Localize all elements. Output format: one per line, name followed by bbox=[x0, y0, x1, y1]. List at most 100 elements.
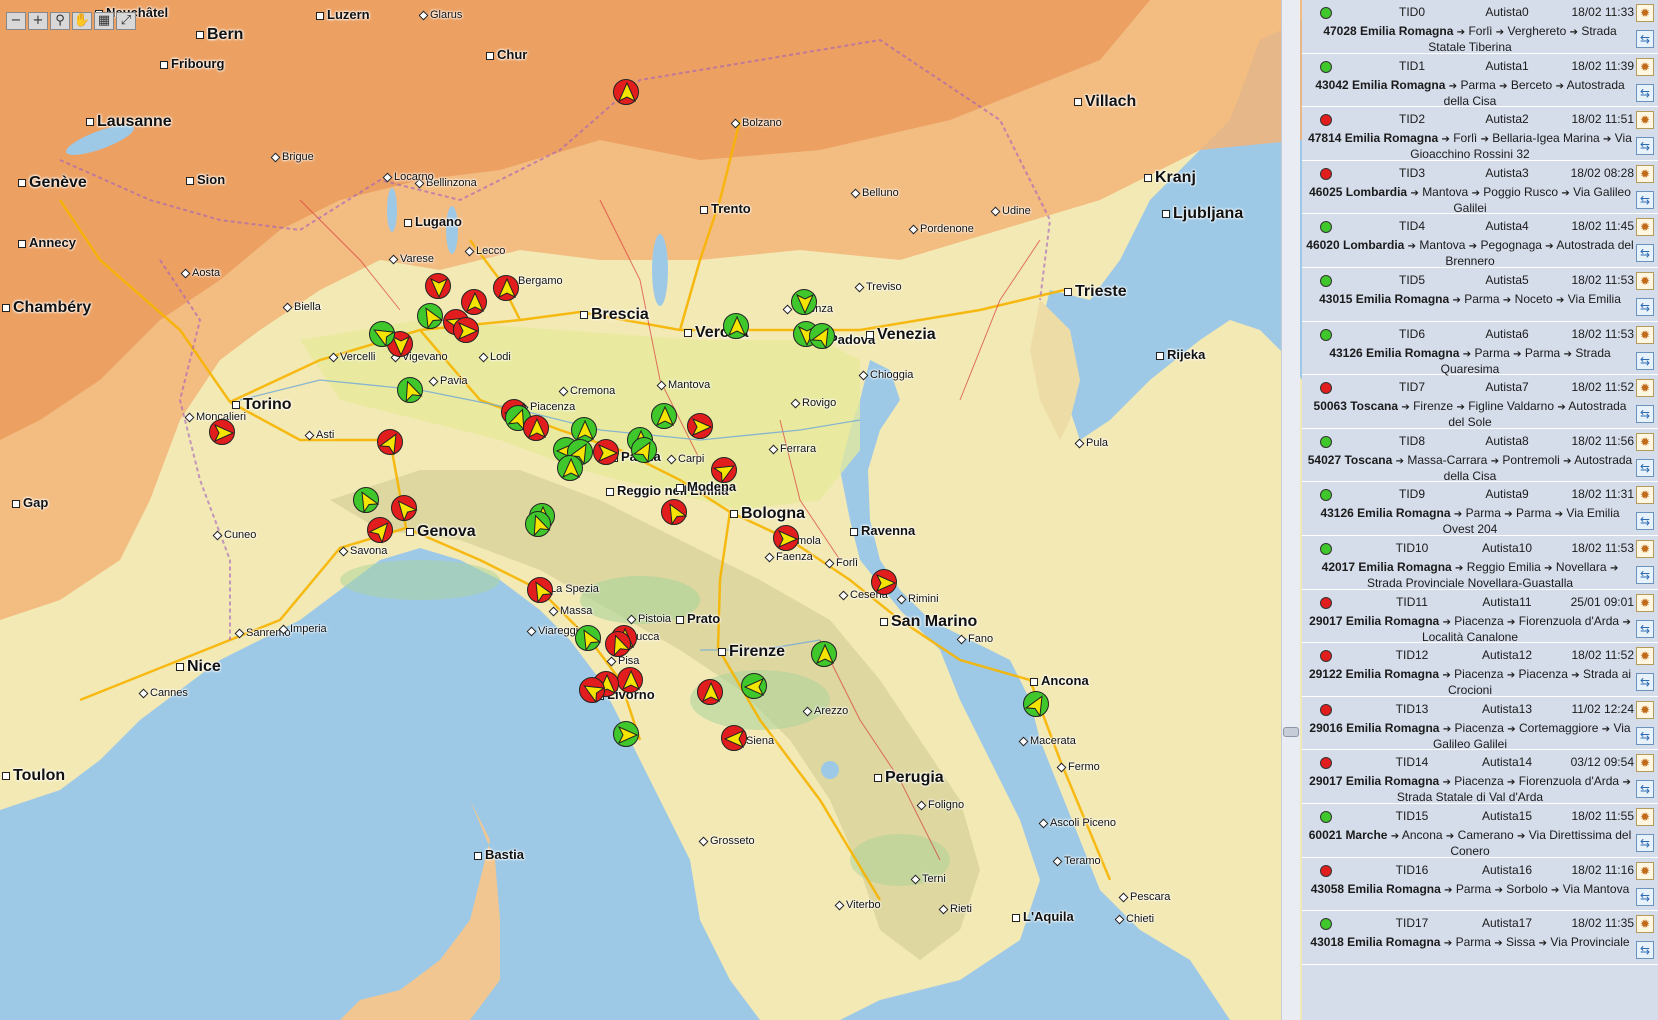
vehicle-route-button[interactable]: ⇆ bbox=[1636, 565, 1654, 584]
vehicle-marker-red[interactable] bbox=[871, 569, 897, 595]
scrollbar-thumb[interactable] bbox=[1283, 727, 1299, 737]
vehicle-details-button[interactable]: ✹ bbox=[1636, 486, 1654, 505]
vehicle-list-item[interactable]: TID2 Autista2 18/02 11:51 47814 Emilia Roma… bbox=[1302, 107, 1658, 161]
vehicle-route-button[interactable]: ⇆ bbox=[1636, 190, 1654, 209]
vehicle-list-item[interactable]: TID0 Autista0 18/02 11:33 47028 Emilia Roma… bbox=[1302, 0, 1658, 54]
vehicle-marker-red[interactable] bbox=[711, 457, 737, 484]
vehicle-marker-green[interactable] bbox=[811, 641, 837, 667]
vehicle-route-button[interactable]: ⇆ bbox=[1636, 244, 1654, 263]
vehicle-marker-green[interactable] bbox=[809, 323, 835, 350]
vehicle-marker-green[interactable] bbox=[417, 303, 444, 330]
vehicle-route-button[interactable]: ⇆ bbox=[1636, 887, 1654, 906]
vehicle-route-button[interactable]: ⇆ bbox=[1636, 941, 1654, 960]
vehicle-marker-green[interactable] bbox=[723, 313, 749, 339]
vehicle-marker-red[interactable] bbox=[453, 317, 479, 343]
vehicle-details-button[interactable]: ✹ bbox=[1636, 432, 1654, 451]
vehicle-marker-red[interactable] bbox=[579, 677, 606, 704]
vehicle-route-button[interactable]: ⇆ bbox=[1636, 512, 1654, 531]
vehicle-marker-red[interactable] bbox=[493, 275, 519, 301]
pan-hand-button[interactable]: ✋ bbox=[72, 12, 92, 30]
vehicle-route-button[interactable]: ⇆ bbox=[1636, 30, 1654, 48]
vehicle-marker-green[interactable] bbox=[397, 377, 423, 403]
vehicle-list-item[interactable]: TID1 Autista1 18/02 11:39 43042 Emilia Roma… bbox=[1302, 54, 1658, 108]
vehicle-route-button[interactable]: ⇆ bbox=[1636, 673, 1654, 692]
layers-button[interactable]: ▦ bbox=[94, 12, 114, 30]
vehicle-marker-red[interactable] bbox=[661, 499, 688, 526]
vehicle-details-button[interactable]: ✹ bbox=[1636, 57, 1654, 76]
vehicle-marker-green[interactable] bbox=[791, 289, 817, 315]
vehicle-details-button[interactable]: ✹ bbox=[1636, 218, 1654, 237]
vehicle-marker-red[interactable] bbox=[697, 679, 723, 705]
vehicle-details-button[interactable]: ✹ bbox=[1636, 861, 1654, 880]
vehicle-list-item[interactable]: TID7 Autista7 18/02 11:52 50063 Toscana ➔ F… bbox=[1302, 375, 1658, 429]
map-view[interactable]: Neuchâtel Bern Luzern Glarus Chur Fribourg Lau… bbox=[0, 0, 1302, 1020]
vehicle-marker-red[interactable] bbox=[425, 273, 451, 299]
vehicle-list-item[interactable]: TID12 Autista12 18/02 11:52 29122 Emilia Ro… bbox=[1302, 643, 1658, 697]
vehicle-list-item[interactable]: TID11 Autista11 25/01 09:01 29017 Emilia Ro… bbox=[1302, 590, 1658, 644]
map-vertical-scrollbar[interactable] bbox=[1281, 0, 1300, 1020]
vehicle-details-button[interactable]: ✹ bbox=[1636, 4, 1654, 22]
vehicle-details-button[interactable]: ✹ bbox=[1636, 754, 1654, 773]
vehicle-marker-green[interactable] bbox=[575, 625, 602, 652]
vehicle-marker-red[interactable] bbox=[209, 419, 235, 445]
vehicle-route-button[interactable]: ⇆ bbox=[1636, 726, 1654, 745]
vehicle-route-button[interactable]: ⇆ bbox=[1636, 619, 1654, 638]
vehicle-list-item[interactable]: TID5 Autista5 18/02 11:53 43015 Emilia Roma… bbox=[1302, 268, 1658, 322]
vehicle-list-item[interactable]: TID4 Autista4 18/02 11:45 46020 Lombardia ➔… bbox=[1302, 214, 1658, 268]
vehicle-marker-green[interactable] bbox=[651, 403, 677, 429]
vehicle-list-item[interactable]: TID13 Autista13 11/02 12:24 29016 Emilia Ro… bbox=[1302, 697, 1658, 751]
vehicle-details-button[interactable]: ✹ bbox=[1636, 539, 1654, 558]
vehicle-details-button[interactable]: ✹ bbox=[1636, 164, 1654, 183]
vehicle-list-item[interactable]: TID14 Autista14 03/12 09:54 29017 Emilia Ro… bbox=[1302, 750, 1658, 804]
vehicle-details-button[interactable]: ✹ bbox=[1636, 271, 1654, 290]
vehicle-marker-green[interactable] bbox=[525, 511, 551, 537]
vehicle-marker-green[interactable] bbox=[613, 721, 639, 747]
vehicle-marker-red[interactable] bbox=[687, 413, 713, 439]
vehicle-details-button[interactable]: ✹ bbox=[1636, 915, 1654, 934]
vehicle-marker-red[interactable] bbox=[773, 525, 799, 551]
vehicle-marker-red[interactable] bbox=[593, 439, 619, 465]
vehicle-list-item[interactable]: TID10 Autista10 18/02 11:53 42017 Emilia Ro… bbox=[1302, 536, 1658, 590]
vehicle-marker-red[interactable] bbox=[367, 517, 393, 544]
vehicle-details-button[interactable]: ✹ bbox=[1636, 807, 1654, 826]
vehicle-details-button[interactable]: ✹ bbox=[1636, 379, 1654, 398]
vehicle-route-button[interactable]: ⇆ bbox=[1636, 405, 1654, 424]
vehicle-details-button[interactable]: ✹ bbox=[1636, 111, 1654, 130]
vehicle-details-button[interactable]: ✹ bbox=[1636, 593, 1654, 612]
vehicle-details-button[interactable]: ✹ bbox=[1636, 647, 1654, 666]
vehicle-details-button[interactable]: ✹ bbox=[1636, 700, 1654, 719]
vehicle-route-button[interactable]: ⇆ bbox=[1636, 351, 1654, 370]
vehicle-marker-red[interactable] bbox=[605, 631, 631, 657]
vehicle-route-button[interactable]: ⇆ bbox=[1636, 780, 1654, 799]
vehicle-marker-red[interactable] bbox=[613, 79, 639, 105]
zoom-out-button[interactable]: − bbox=[6, 12, 26, 30]
vehicle-marker-red[interactable] bbox=[617, 667, 643, 693]
vehicle-marker-green[interactable] bbox=[369, 321, 396, 348]
vehicle-list-item[interactable]: TID8 Autista8 18/02 11:56 54027 Toscana ➔ M… bbox=[1302, 429, 1658, 483]
vehicle-marker-red[interactable] bbox=[391, 495, 418, 522]
vehicle-list-item[interactable]: TID17 Autista17 18/02 11:35 43018 Emilia Ro… bbox=[1302, 911, 1658, 965]
vehicle-list-item[interactable]: TID15 Autista15 18/02 11:55 60021 Marche ➔ … bbox=[1302, 804, 1658, 858]
vehicle-marker-green[interactable] bbox=[557, 455, 583, 481]
vehicle-route-button[interactable]: ⇆ bbox=[1636, 833, 1654, 852]
vehicle-marker-green[interactable] bbox=[353, 487, 380, 514]
zoom-in-button[interactable]: + bbox=[28, 12, 48, 30]
vehicle-route-button[interactable]: ⇆ bbox=[1636, 83, 1654, 102]
magnifier-button[interactable]: ⚲ bbox=[50, 12, 70, 30]
vehicle-list-item[interactable]: TID6 Autista6 18/02 11:53 43126 Emilia Roma… bbox=[1302, 322, 1658, 376]
vehicle-route-button[interactable]: ⇆ bbox=[1636, 137, 1654, 156]
vehicle-route-button[interactable]: ⇆ bbox=[1636, 297, 1654, 316]
vehicle-marker-red[interactable] bbox=[377, 429, 403, 456]
vehicle-marker-red[interactable] bbox=[721, 725, 747, 751]
vehicle-marker-green[interactable] bbox=[741, 673, 767, 699]
vehicle-details-button[interactable]: ✹ bbox=[1636, 325, 1654, 344]
vehicle-marker-red[interactable] bbox=[527, 577, 554, 604]
vehicle-list-item[interactable]: TID3 Autista3 18/02 08:28 46025 Lombardia ➔… bbox=[1302, 161, 1658, 215]
vehicle-route-button[interactable]: ⇆ bbox=[1636, 458, 1654, 477]
vehicle-list-item[interactable]: TID9 Autista9 18/02 11:31 43126 Emilia Roma… bbox=[1302, 482, 1658, 536]
fullscreen-button[interactable]: ⤢ bbox=[116, 12, 136, 30]
vehicle-marker-red[interactable] bbox=[523, 415, 549, 441]
vehicle-list-item[interactable]: TID16 Autista16 18/02 11:16 43058 Emilia Ro… bbox=[1302, 858, 1658, 912]
vehicle-marker-green[interactable] bbox=[631, 437, 657, 464]
vehicle-marker-green[interactable] bbox=[1023, 691, 1049, 718]
